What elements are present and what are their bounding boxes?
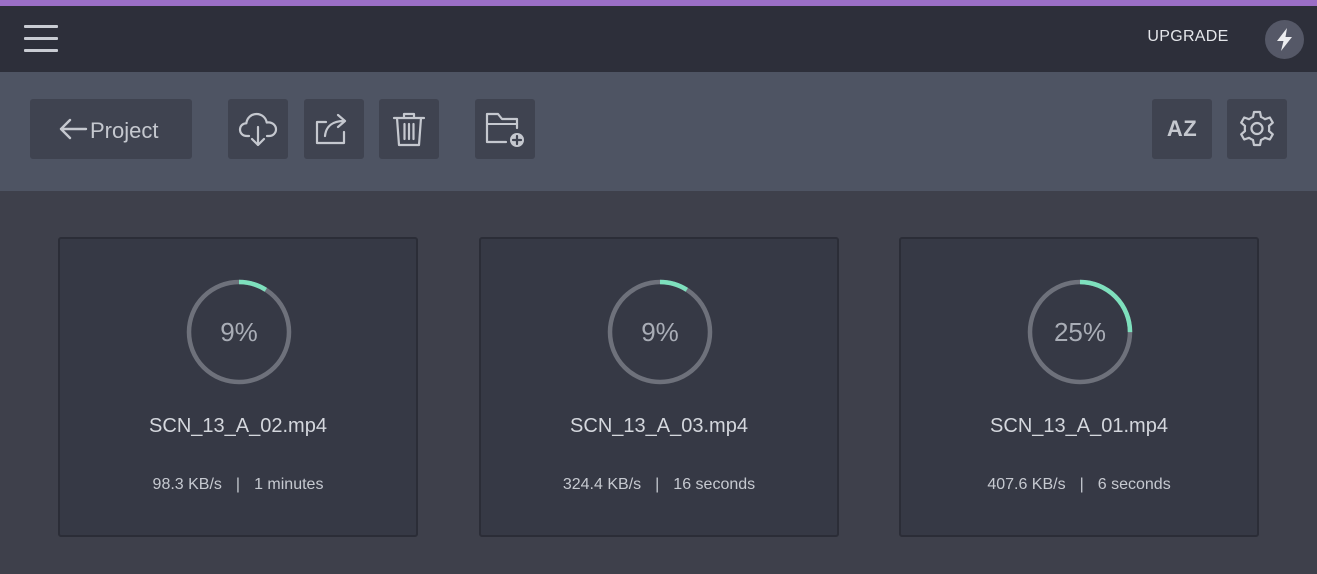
menu-icon-line xyxy=(24,37,58,40)
upload-speed: 407.6 KB/s xyxy=(987,476,1066,493)
download-button[interactable] xyxy=(228,99,288,159)
share-icon xyxy=(315,113,347,145)
upload-meta: 407.6 KB/s | 6 seconds xyxy=(901,476,1257,494)
new-folder-button[interactable] xyxy=(475,99,535,159)
progress-percent: 9% xyxy=(220,317,258,347)
meta-separator: | xyxy=(1079,476,1084,493)
back-label: Project xyxy=(90,118,159,143)
upload-eta: 6 seconds xyxy=(1097,476,1171,493)
file-name: SCN_13_A_01.mp4 xyxy=(990,415,1168,437)
sort-az-label: AZ xyxy=(1166,116,1198,141)
menu-icon-line xyxy=(24,49,58,52)
file-name: SCN_13_A_02.mp4 xyxy=(149,415,327,437)
progress-percent: 9% xyxy=(641,317,679,347)
share-button[interactable] xyxy=(304,99,364,159)
arrow-left-icon xyxy=(59,118,88,140)
back-button[interactable]: Project xyxy=(30,99,192,159)
trash-icon xyxy=(392,112,426,147)
bolt-button[interactable] xyxy=(1265,20,1304,59)
upload-meta: 324.4 KB/s | 16 seconds xyxy=(481,476,837,494)
sort-az-button[interactable]: AZ xyxy=(1152,99,1212,159)
upload-eta: 1 minutes xyxy=(254,476,324,493)
cloud-download-icon xyxy=(238,112,278,147)
file-name: SCN_13_A_03.mp4 xyxy=(570,415,748,437)
upload-eta: 16 seconds xyxy=(673,476,756,493)
upgrade-link[interactable]: UPGRADE xyxy=(1136,28,1240,50)
upload-meta: 98.3 KB/s | 1 minutes xyxy=(60,476,416,494)
menu-icon-line xyxy=(24,25,58,28)
upload-speed: 324.4 KB/s xyxy=(562,476,642,493)
top-bar: UPGRADE xyxy=(0,6,1317,72)
upload-card[interactable]: 9% SCN_13_A_02.mp4 98.3 KB/s | 1 minutes xyxy=(58,237,418,537)
settings-button[interactable] xyxy=(1227,99,1287,159)
bolt-icon xyxy=(1277,28,1292,51)
progress-percent: 25% xyxy=(1053,317,1107,347)
upload-speed: 98.3 KB/s xyxy=(152,476,222,493)
upload-card[interactable]: 9% SCN_13_A_03.mp4 324.4 KB/s | 16 seconds xyxy=(479,237,839,537)
delete-button[interactable] xyxy=(379,99,439,159)
menu-button[interactable] xyxy=(22,22,62,54)
meta-separator: | xyxy=(235,476,241,493)
gear-icon xyxy=(1240,110,1274,147)
meta-separator: | xyxy=(655,476,660,493)
toolbar: Project AZ xyxy=(0,72,1317,191)
upload-card[interactable]: 25% SCN_13_A_01.mp4 407.6 KB/s | 6 seconds xyxy=(899,237,1259,537)
folder-add-icon xyxy=(485,112,524,147)
